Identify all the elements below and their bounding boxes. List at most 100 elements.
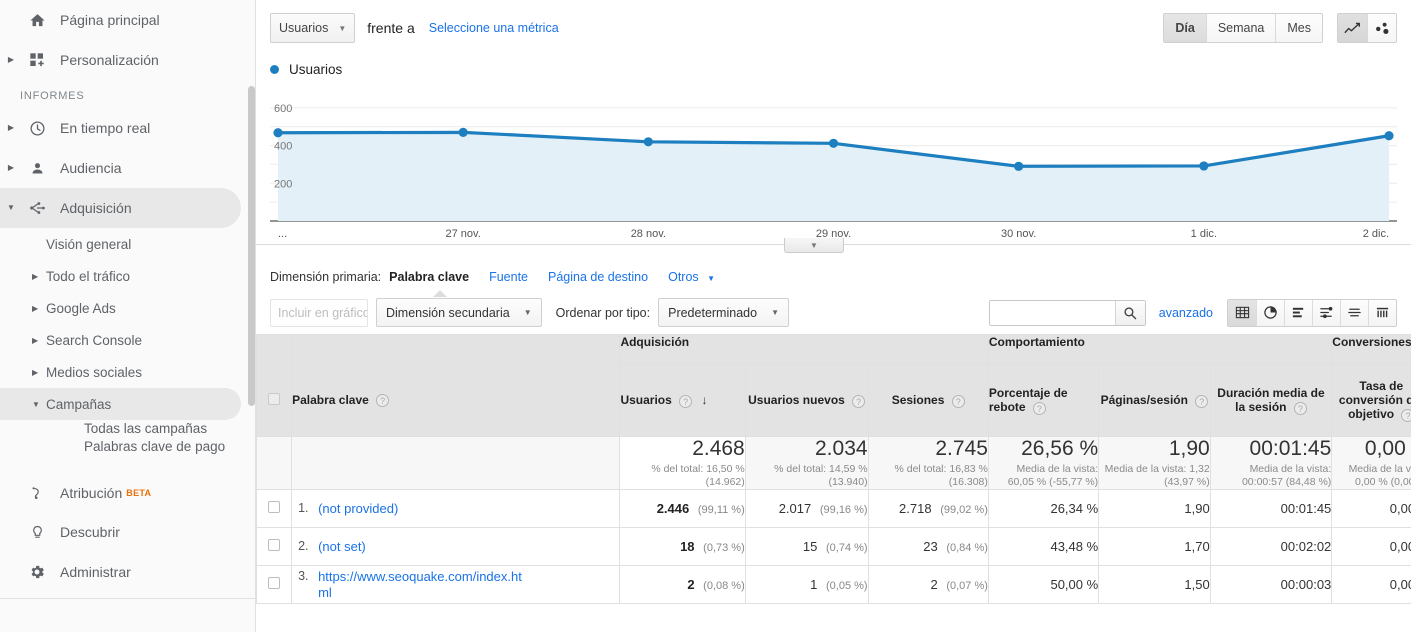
- chart-collapse-toggle[interactable]: ▼: [784, 238, 844, 253]
- sort-descending-icon[interactable]: ↓: [701, 393, 707, 407]
- row-new-users-cell: 2.017 (99,16 %): [744, 489, 869, 528]
- group-header-acquisition: Adquisición: [619, 334, 989, 365]
- bar-view-icon[interactable]: [1284, 299, 1312, 326]
- column-header-users[interactable]: Usuarios ? ↓: [619, 364, 746, 437]
- row-sessions-cell: 2 (0,07 %): [867, 565, 989, 604]
- dimension-link-source[interactable]: Fuente: [489, 270, 528, 284]
- secondary-dimension-dropdown[interactable]: Dimensión secundaria ▼: [376, 298, 542, 327]
- row-duration-cell: 00:02:02: [1209, 527, 1333, 566]
- attribution-icon: [22, 485, 52, 502]
- sidebar-item-realtime[interactable]: ▶ En tiempo real: [0, 108, 255, 148]
- comparison-view-icon[interactable]: [1340, 299, 1368, 326]
- help-icon[interactable]: ?: [679, 394, 693, 408]
- dimension-link-others[interactable]: Otros ▼: [668, 270, 715, 284]
- row-index: 3.: [298, 568, 309, 583]
- help-icon[interactable]: ?: [1032, 401, 1046, 415]
- pie-view-icon[interactable]: [1256, 299, 1284, 326]
- chevron-down-icon: ▼: [7, 203, 15, 212]
- primary-metric-value: Usuarios: [279, 21, 329, 35]
- sidebar-item-all-traffic[interactable]: ▶ Todo el tráfico: [0, 260, 255, 292]
- table-row[interactable]: 3. https://www.seoquake.com/index.html 2…: [256, 565, 1411, 604]
- sidebar-item-attribution[interactable]: Atribución BETA: [0, 474, 255, 512]
- main-panel: Usuarios ▼ frente a Seleccione una métri…: [256, 0, 1411, 632]
- help-icon[interactable]: ?: [1195, 394, 1209, 408]
- chevron-right-icon: ▶: [7, 55, 15, 64]
- keyword-link[interactable]: (not provided): [318, 501, 398, 517]
- svg-text:30 nov.: 30 nov.: [1001, 228, 1036, 237]
- column-header-keyword[interactable]: Palabra clave ?: [291, 364, 621, 437]
- cell-value: 23: [923, 539, 938, 554]
- sidebar-item-admin[interactable]: Administrar: [0, 552, 255, 592]
- sidebar-item-customization[interactable]: ▶ Personalización: [0, 40, 255, 80]
- column-label: Palabra clave: [292, 393, 369, 408]
- help-icon[interactable]: ?: [852, 394, 866, 408]
- row-keyword-cell: 1. (not provided): [291, 489, 621, 528]
- dimension-link-landing-page[interactable]: Página de destino: [548, 270, 648, 284]
- primary-metric-select[interactable]: Usuarios ▼: [270, 13, 356, 43]
- cell-percent: (0,84 %): [946, 542, 988, 554]
- sidebar-scrollbar[interactable]: [248, 86, 255, 406]
- help-icon[interactable]: ?: [1401, 408, 1411, 422]
- row-checkbox[interactable]: [268, 539, 281, 551]
- sidebar-item-overview[interactable]: Visión general: [0, 228, 255, 260]
- column-header-new-users[interactable]: Usuarios nuevos ?: [744, 364, 869, 437]
- search-input[interactable]: [989, 300, 1115, 325]
- keyword-link[interactable]: (not set): [318, 539, 366, 555]
- column-label: Usuarios nuevos: [748, 393, 845, 408]
- column-header-goal-conv-rate[interactable]: Tasa de conversión del objetivo ?: [1331, 364, 1411, 437]
- sidebar-item-social[interactable]: ▶ Medios sociales: [0, 356, 255, 388]
- sort-type-dropdown[interactable]: Predeterminado ▼: [658, 298, 789, 327]
- users-line-chart[interactable]: 200 400 600... 27 nov. 28 nov. 29 nov. 30 nov.…: [270, 87, 1397, 239]
- help-icon[interactable]: ?: [1293, 401, 1307, 415]
- advanced-link[interactable]: avanzado: [1159, 306, 1213, 320]
- sidebar-section-reports: INFORMES: [20, 90, 85, 102]
- select-all-checkbox[interactable]: [268, 392, 281, 405]
- granularity-week[interactable]: Semana: [1205, 14, 1276, 42]
- row-checkbox[interactable]: [268, 501, 281, 513]
- select-all-header[interactable]: [256, 364, 293, 437]
- sidebar-item-home[interactable]: Página principal: [0, 0, 255, 40]
- chevron-down-icon: ▼: [810, 240, 818, 250]
- table-view-icon[interactable]: [1228, 299, 1256, 326]
- keyword-link[interactable]: https://www.seoquake.com/index.html: [318, 569, 524, 601]
- row-new-users-cell: 15 (0,74 %): [744, 527, 869, 566]
- sidebar-item-acquisition[interactable]: ▼ Adquisición: [0, 188, 241, 228]
- column-header-sessions[interactable]: Sesiones ?: [867, 364, 989, 437]
- granularity-month[interactable]: Mes: [1275, 14, 1322, 42]
- help-icon[interactable]: ?: [951, 394, 965, 408]
- summary-subtext: Media de la vista: 60,05 % (-55,77 %): [1007, 463, 1099, 488]
- sidebar-item-campaigns[interactable]: ▼ Campañas: [0, 388, 241, 420]
- column-header-bounce-rate[interactable]: Porcentaje de rebote ?: [987, 364, 1100, 437]
- analytics-app: Página principal ▶ Personalización INFOR…: [0, 0, 1411, 632]
- column-header-pages-session[interactable]: Páginas/sesión ?: [1098, 364, 1211, 437]
- checkbox-group-header: [256, 334, 293, 365]
- include-in-chart-button[interactable]: Incluir en gráfico: [270, 298, 368, 327]
- table-row[interactable]: 2. (not set) 18 (0,73 %) 15 (0,74 %) 23 …: [256, 527, 1411, 566]
- table-head: Adquisición Comportamiento Conversiones …: [256, 334, 1411, 437]
- granularity-day[interactable]: Día: [1164, 14, 1206, 42]
- chevron-down-icon: ▼: [523, 308, 532, 317]
- line-chart-icon[interactable]: [1338, 14, 1367, 42]
- sidebar-item-discover[interactable]: Descubrir: [0, 512, 255, 552]
- column-header-avg-duration[interactable]: Duración media de la sesión ?: [1209, 364, 1333, 437]
- sidebar-item-paid-keywords[interactable]: Palabras clave de pago: [0, 438, 230, 456]
- summary-subtext: Media de la vista: 0,00 % (0,00 %): [1348, 463, 1411, 488]
- row-checkbox-cell[interactable]: [256, 489, 293, 528]
- select-metric-link[interactable]: Seleccione una métrica: [429, 21, 559, 35]
- sidebar-item-search-console[interactable]: ▶ Search Console: [0, 324, 255, 356]
- row-pages-cell: 1,90: [1098, 489, 1211, 528]
- sidebar-item-google-ads[interactable]: ▶ Google Ads: [0, 292, 255, 324]
- row-checkbox-cell[interactable]: [256, 565, 293, 604]
- summary-value: 2.034: [815, 437, 868, 460]
- pivot-view-icon[interactable]: [1368, 299, 1396, 326]
- primary-dimension-selected[interactable]: Palabra clave: [389, 270, 469, 297]
- sidebar-item-all-campaigns[interactable]: Todas las campañas: [0, 420, 230, 438]
- search-icon[interactable]: [1114, 300, 1145, 325]
- table-row[interactable]: 1. (not provided) 2.446 (99,11 %) 2.017 …: [256, 489, 1411, 528]
- scatter-chart-icon[interactable]: [1367, 14, 1396, 42]
- performance-view-icon[interactable]: [1312, 299, 1340, 326]
- sidebar-item-audience[interactable]: ▶ Audiencia: [0, 148, 255, 188]
- help-icon[interactable]: ?: [376, 394, 390, 408]
- row-checkbox-cell[interactable]: [256, 527, 293, 566]
- row-checkbox[interactable]: [268, 577, 281, 589]
